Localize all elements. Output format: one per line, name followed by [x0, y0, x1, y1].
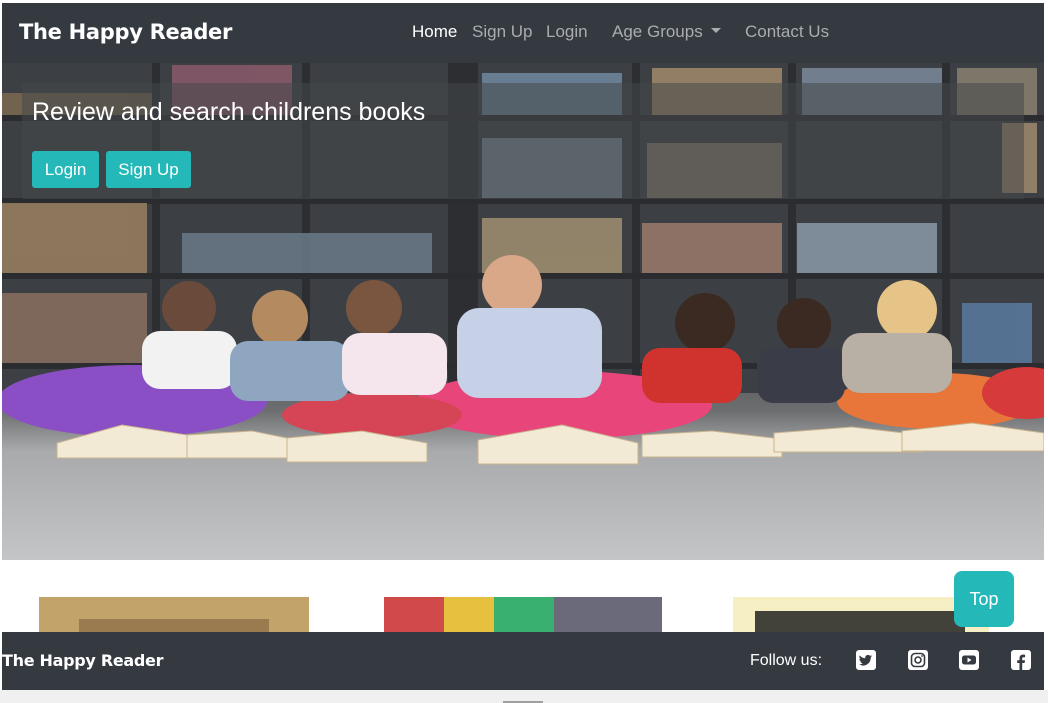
hero-banner: Review and search childrens books Login … — [2, 63, 1044, 560]
nav-link-login[interactable]: Login — [546, 22, 588, 42]
hero-sign-up-button[interactable]: Sign Up — [106, 151, 191, 188]
back-to-top-button[interactable]: Top — [954, 571, 1014, 627]
footer-brand: The Happy Reader — [2, 651, 164, 670]
hero-login-button[interactable]: Login — [32, 151, 99, 188]
nav-link-sign-up[interactable]: Sign Up — [472, 22, 532, 42]
top-navbar: The Happy Reader Home Sign Up Login Age … — [2, 3, 1044, 63]
book-cover-image — [733, 597, 989, 633]
page: The Happy Reader Home Sign Up Login Age … — [0, 0, 1048, 703]
book-cover-image — [39, 597, 309, 633]
nav-link-contact-us[interactable]: Contact Us — [745, 22, 829, 42]
footer: The Happy Reader Follow us: — [2, 632, 1044, 690]
book-card-image[interactable] — [384, 597, 662, 633]
caret-down-icon — [710, 28, 721, 33]
hero-title: Review and search childrens books — [32, 98, 426, 126]
nav-link-home[interactable]: Home — [412, 22, 457, 42]
youtube-icon[interactable] — [958, 649, 980, 671]
book-cover-image — [384, 597, 662, 633]
twitter-icon[interactable] — [855, 649, 877, 671]
instagram-icon[interactable] — [907, 649, 929, 671]
nav-dropdown-label: Age Groups — [612, 22, 703, 41]
book-card-image[interactable] — [39, 597, 309, 633]
book-card-image[interactable] — [733, 597, 989, 633]
nav-dropdown-age-groups[interactable]: Age Groups — [612, 22, 721, 42]
facebook-icon[interactable] — [1010, 649, 1032, 671]
navbar-brand[interactable]: The Happy Reader — [19, 20, 232, 44]
follow-us-label: Follow us: — [750, 652, 823, 669]
